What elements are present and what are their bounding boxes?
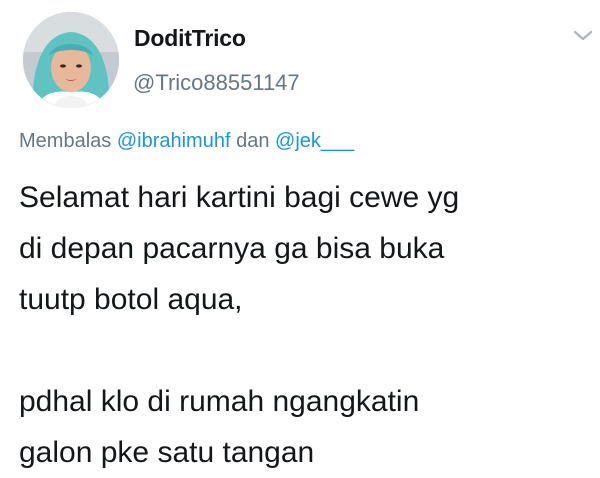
- tweet-text-line: tuutp botol aqua,: [19, 283, 243, 316]
- reply-joiner: dan: [236, 130, 270, 152]
- tweet-text-line: Selamat hari kartini bagi cewe yg: [19, 181, 460, 214]
- tweet-text-blank-line: [19, 325, 594, 376]
- reply-mention-link[interactable]: @ibrahimuhf: [117, 130, 231, 152]
- tweet-text-line: pdhal klo di rumah ngangkatin: [19, 385, 420, 418]
- chevron-down-icon[interactable]: [571, 28, 595, 44]
- reply-context: Membalas @ibrahimuhf dan @jek___: [19, 130, 354, 153]
- reply-mention-link[interactable]: @jek___: [275, 130, 354, 152]
- user-handle[interactable]: @Trico88551147: [133, 70, 300, 96]
- tweet-card: DoditTrico @Trico88551147 Membalas @ibra…: [0, 0, 600, 469]
- reply-prefix: Membalas: [19, 130, 112, 152]
- tweet-text-line: galon pke satu tangan: [19, 436, 315, 469]
- tweet-text: Selamat hari kartini bagi cewe yg di dep…: [19, 172, 594, 478]
- avatar-photo: [23, 12, 119, 108]
- avatar[interactable]: [23, 12, 119, 108]
- tweet-text-line: di depan pacarnya ga bisa buka: [19, 232, 445, 265]
- display-name[interactable]: DoditTrico: [134, 25, 246, 52]
